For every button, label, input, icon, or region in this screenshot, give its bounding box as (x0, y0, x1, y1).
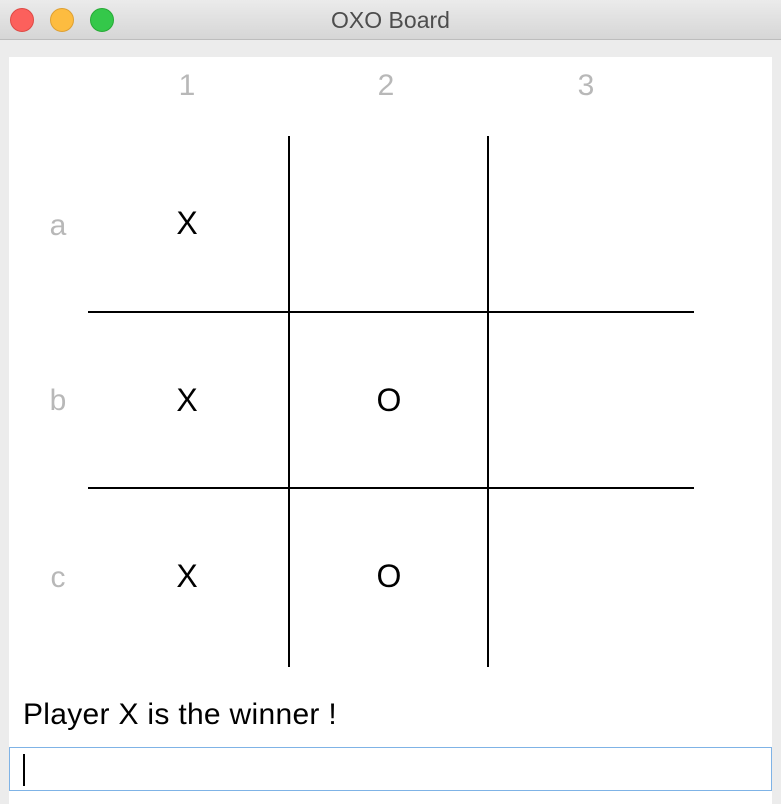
cell-c3[interactable] (489, 489, 687, 663)
row-label-c: c (50, 561, 66, 594)
column-label-2: 2 (377, 69, 395, 102)
column-label-1: 1 (178, 69, 196, 102)
window-titlebar[interactable]: OXO Board (0, 0, 781, 40)
cell-a1[interactable]: X (88, 136, 286, 310)
cell-a3[interactable] (489, 136, 687, 310)
board-panel: 1 2 3 a b c X X O X O Player X is the wi… (9, 57, 772, 804)
cell-c2[interactable]: O (290, 489, 488, 663)
cell-a2[interactable] (290, 136, 488, 310)
row-label-b: b (49, 384, 67, 417)
status-message: Player X is the winner ! (23, 698, 337, 731)
column-label-3: 3 (577, 69, 595, 102)
cell-b3[interactable] (489, 313, 687, 487)
cell-c1[interactable]: X (88, 489, 286, 663)
text-caret (23, 754, 25, 786)
window-title: OXO Board (331, 7, 450, 33)
cell-b2[interactable]: O (290, 313, 488, 487)
command-input[interactable] (9, 747, 772, 791)
cell-b1[interactable]: X (88, 313, 286, 487)
row-label-a: a (49, 209, 67, 242)
